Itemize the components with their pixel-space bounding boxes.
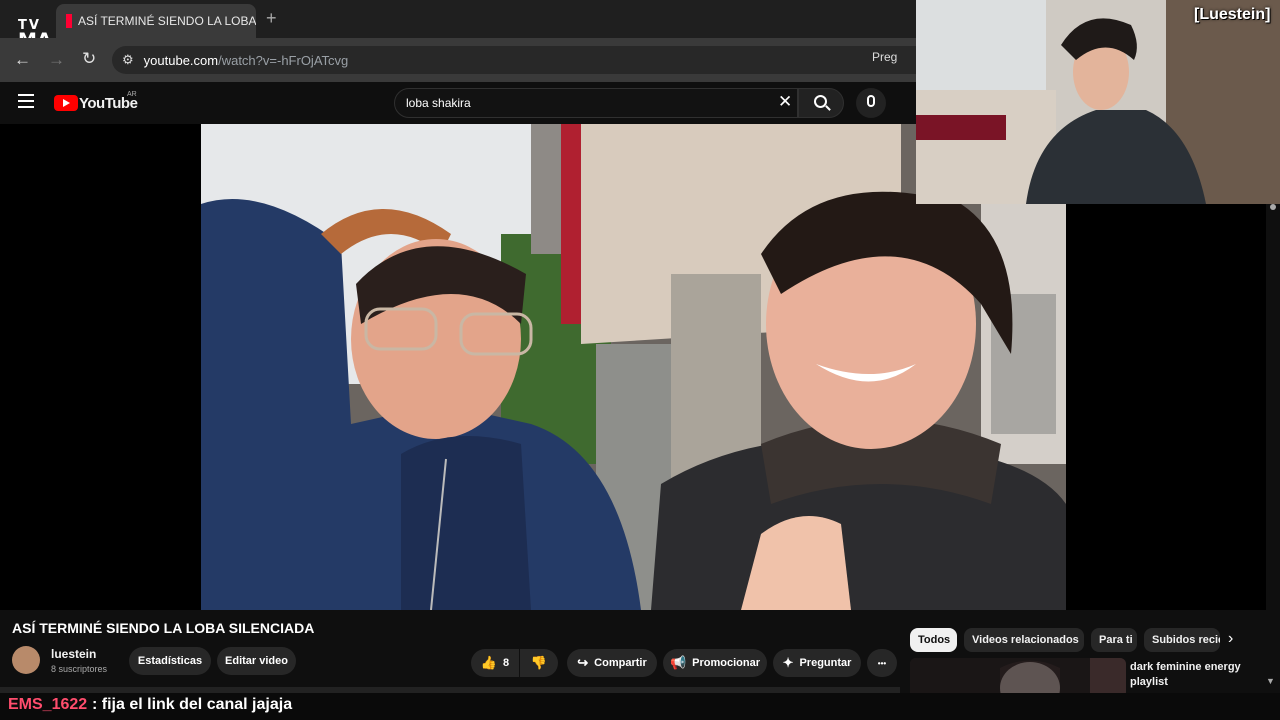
search-button[interactable] <box>798 88 844 118</box>
like-button[interactable]: 👍 8 <box>471 649 519 677</box>
chevron-right-icon[interactable]: › <box>1228 630 1233 648</box>
clear-search-icon[interactable]: ✕ <box>778 92 792 112</box>
tab-title: ASÍ TERMINÉ SIENDO LA LOBA <box>78 14 256 28</box>
forward-button[interactable]: → <box>48 50 65 70</box>
share-button[interactable]: ↪ Compartir <box>567 649 657 677</box>
youtube-favicon-icon <box>66 14 72 28</box>
url-domain: youtube.com <box>143 52 219 68</box>
more-icon: ••• <box>877 658 887 668</box>
recommendation-title[interactable]: dark feminine energy playlist <box>1130 660 1270 690</box>
thumbs-up-icon: 👍 <box>480 655 498 670</box>
search-input[interactable]: loba shakira <box>406 96 471 110</box>
subscriber-count: 8 suscriptores <box>51 664 108 674</box>
chip-for-you[interactable]: Para ti <box>1091 628 1137 652</box>
more-actions-button[interactable]: ••• <box>867 649 897 677</box>
edit-video-button[interactable]: Editar video <box>217 647 296 675</box>
channel-avatar[interactable] <box>12 646 40 674</box>
recommendation-thumbnail[interactable] <box>910 658 1126 698</box>
country-code: AR <box>127 91 137 98</box>
toolbar-right-button[interactable]: Preg <box>872 50 897 64</box>
like-count: 8 <box>503 657 510 669</box>
new-tab-button[interactable]: + <box>266 8 277 29</box>
site-settings-icon[interactable]: ⚙ <box>122 52 134 68</box>
webcam-scene <box>916 0 1280 204</box>
channel-name[interactable]: luestein <box>51 647 96 661</box>
reload-button[interactable]: ↻ <box>82 49 96 69</box>
chat-username: EMS_1622 <box>8 696 88 713</box>
chip-all[interactable]: Todos <box>910 628 957 652</box>
url-path: /watch?v=-hFrOjATcvg <box>218 52 349 68</box>
chip-related[interactable]: Videos relacionados <box>964 628 1084 652</box>
thumbs-down-icon: 👎 <box>530 655 548 670</box>
scrollbar-thumb[interactable] <box>1270 204 1276 210</box>
stats-button[interactable]: Estadísticas <box>129 647 211 675</box>
hamburger-menu-icon[interactable] <box>18 94 34 108</box>
chat-message: : fija el link del canal jajaja <box>92 696 293 713</box>
share-icon: ↪ <box>577 655 589 670</box>
thumbnail-image <box>910 658 1126 698</box>
streamer-name: [Luestein] <box>1194 6 1271 23</box>
youtube-logo-icon[interactable] <box>54 95 78 111</box>
sparkle-icon: ✦ <box>782 655 794 670</box>
ask-button[interactable]: ✦ Preguntar <box>773 649 861 677</box>
streamer-webcam <box>916 0 1280 204</box>
video-title: ASÍ TERMINÉ SIENDO LA LOBA SILENCIADA <box>12 620 315 636</box>
scroll-down-arrow-icon[interactable]: ▼ <box>1266 676 1275 686</box>
back-button[interactable]: ← <box>14 50 31 70</box>
address-bar[interactable]: ⚙ youtube.com/watch?v=-hFrOjATcvg <box>112 46 992 74</box>
voice-search-button[interactable] <box>856 88 886 118</box>
megaphone-icon: 📢 <box>669 655 687 670</box>
microphone-icon <box>867 95 875 107</box>
chip-recent-uploads[interactable]: Subidos recie <box>1144 628 1220 652</box>
page-scrollbar[interactable] <box>1266 204 1280 610</box>
dislike-button[interactable]: 👎 <box>520 649 558 677</box>
promote-button[interactable]: 📢 Promocionar <box>663 649 767 677</box>
browser-tab[interactable]: ASÍ TERMINÉ SIENDO LA LOBA <box>56 4 256 38</box>
